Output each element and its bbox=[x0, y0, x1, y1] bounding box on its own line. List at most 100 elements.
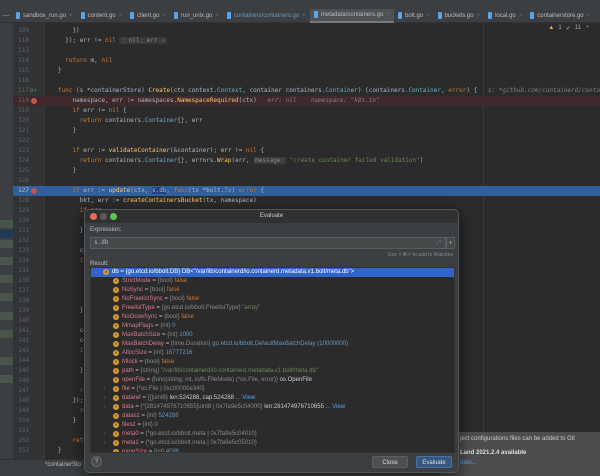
field-icon: f bbox=[113, 323, 119, 329]
result-row-nofreelistsync[interactable]: fNoFreelistSync = {bool} false bbox=[91, 295, 454, 304]
code-token: Container bbox=[145, 157, 178, 164]
field-name: pageSize bbox=[122, 449, 147, 453]
help-button[interactable]: ? bbox=[91, 456, 102, 467]
close-tab-icon[interactable]: × bbox=[69, 13, 73, 19]
tab-content-go[interactable]: content.go× bbox=[77, 9, 127, 23]
close-tab-icon[interactable]: × bbox=[215, 13, 219, 19]
code-token: s.db bbox=[152, 187, 166, 194]
notification-text: ject configurations files can be added t… bbox=[460, 436, 575, 442]
close-tab-icon[interactable]: × bbox=[302, 13, 306, 19]
result-row-nogrowsync[interactable]: fNoGrowSync = {bool} false bbox=[91, 313, 454, 322]
result-row-db[interactable]: ⌄fdb = {go.etcd.io/bbolt.DB} DB<"/var/li… bbox=[91, 268, 454, 277]
close-tab-icon[interactable]: × bbox=[162, 13, 166, 19]
code-token: { bbox=[257, 147, 264, 154]
close-tab-icon[interactable]: × bbox=[119, 13, 123, 19]
chevron-right-icon[interactable]: › bbox=[104, 385, 106, 394]
field-name: NoGrowSync bbox=[122, 314, 157, 320]
collapse-icon[interactable]: — bbox=[0, 13, 12, 19]
close-tab-icon[interactable]: × bbox=[587, 13, 591, 19]
code-token: containers. bbox=[101, 117, 144, 124]
field-icon: f bbox=[103, 269, 109, 275]
tab-metadata-containers-go[interactable]: metadata/containers.go× bbox=[310, 9, 394, 23]
line-number: 130 bbox=[15, 216, 29, 226]
history-dropdown[interactable]: ▾ bbox=[446, 237, 455, 249]
result-row-freelisttype[interactable]: fFreelistType = {go.etcd.io/bbolt.Freeli… bbox=[91, 304, 454, 313]
code-line: 128 bkt, err := createContainersBucket(t… bbox=[13, 196, 600, 206]
chevron-right-icon[interactable]: › bbox=[104, 403, 106, 412]
result-row-maxbatchdelay[interactable]: fMaxBatchDelay = {time.Duration} go.etcd… bbox=[91, 340, 454, 349]
tab-sandbox-run-go[interactable]: sandbox_run.go× bbox=[12, 9, 77, 23]
code-token: nil bbox=[101, 57, 112, 64]
close-tab-icon[interactable]: × bbox=[386, 12, 390, 18]
view-link[interactable]: ... View bbox=[326, 404, 346, 410]
result-row-openfile[interactable]: fopenFile = {func(string, int, io/fs.Fil… bbox=[91, 376, 454, 385]
zoom-window-icon[interactable] bbox=[110, 213, 117, 220]
code-token: ) bbox=[231, 187, 238, 194]
line-number: 153 bbox=[15, 446, 29, 456]
update-link[interactable]: date... bbox=[460, 460, 477, 466]
result-row-mmapflags[interactable]: fMmapFlags = {int} 0 bbox=[91, 322, 454, 331]
result-row-maxbatchsize[interactable]: fMaxBatchSize = {int} 1000 bbox=[91, 331, 454, 340]
tab-local-go[interactable]: local.go× bbox=[484, 9, 526, 23]
code-token: if bbox=[72, 107, 79, 114]
result-row-pagesize[interactable]: fpageSize = {int} 4096 bbox=[91, 448, 454, 453]
tab-run-unix-go[interactable]: run_unix.go× bbox=[170, 9, 223, 23]
breakpoint-icon[interactable] bbox=[31, 188, 37, 194]
field-icon: f bbox=[113, 332, 119, 338]
row-content: NoGrowSync = {bool} false bbox=[122, 313, 194, 322]
result-row-path[interactable]: fpath = {string} "/var/lib/containerd/io… bbox=[91, 367, 454, 376]
tab-label: run_unix.go bbox=[181, 13, 212, 19]
code-line: 109 }) bbox=[13, 26, 600, 36]
result-row-meta0[interactable]: ›fmeta0 = {*go.etcd.io/bbolt.meta | 0x7f… bbox=[91, 430, 454, 439]
code-text: }); err != nil : nil, err ↗ bbox=[58, 36, 167, 46]
field-type: {bool} bbox=[164, 314, 179, 320]
close-tab-icon[interactable]: × bbox=[519, 13, 523, 19]
close-window-icon[interactable] bbox=[90, 213, 97, 220]
row-content: MmapFlags = {int} 0 bbox=[122, 322, 176, 331]
result-row-dataref[interactable]: ›fdataref = {[]uint8} len:524288, cap:52… bbox=[91, 394, 454, 403]
dialog-titlebar[interactable]: Evaluate bbox=[85, 210, 458, 223]
result-row-mlock[interactable]: fMlock = {bool} false bbox=[91, 358, 454, 367]
result-row-strictmode[interactable]: fStrictMode = {bool} false bbox=[91, 277, 454, 286]
line-number: 142 bbox=[15, 336, 29, 346]
implementation-icon[interactable]: o↑ bbox=[30, 86, 37, 96]
code-line: 124 return containers.Container{}, error… bbox=[13, 156, 600, 166]
result-row-file[interactable]: ›ffile = {*os.File | 0xc00000e340} bbox=[91, 385, 454, 394]
result-row-data[interactable]: ›fdata = {*[281474976710655]uint8 | 0x7f… bbox=[91, 403, 454, 412]
result-row-filesz[interactable]: ffilesz = {int} 0 bbox=[91, 421, 454, 430]
field-type: {bool} bbox=[145, 359, 160, 365]
minimize-window-icon[interactable] bbox=[100, 213, 107, 220]
line-number: 139 bbox=[15, 306, 29, 316]
line-number: 147 bbox=[15, 386, 29, 396]
result-row-nosync[interactable]: fNoSync = {bool} false bbox=[91, 286, 454, 295]
close-tab-icon[interactable]: × bbox=[477, 13, 481, 19]
inspection-widget[interactable]: ▲1 ✔11 ⌃ bbox=[548, 25, 590, 32]
code-text: return containers.Container{}, errors.Wr… bbox=[58, 156, 423, 166]
expand-icon[interactable]: ⤢ bbox=[436, 238, 441, 248]
result-row-datasz[interactable]: fdatasz = {int} 524288 bbox=[91, 412, 454, 421]
chevron-up-icon[interactable]: ⌃ bbox=[585, 25, 590, 32]
result-tree[interactable]: ⌄fdb = {go.etcd.io/bbolt.DB} DB<"/var/li… bbox=[90, 267, 455, 453]
chevron-right-icon[interactable]: › bbox=[104, 439, 106, 448]
expression-input[interactable]: s.db⤢ bbox=[90, 237, 446, 249]
chevron-down-icon[interactable]: ⌄ bbox=[94, 268, 98, 277]
field-icon: f bbox=[113, 395, 119, 401]
chevron-right-icon[interactable]: › bbox=[104, 394, 106, 403]
code-token: Wrap bbox=[217, 157, 231, 164]
tab-containerstore-go[interactable]: containerstore.go× bbox=[526, 9, 594, 23]
breakpoint-icon[interactable] bbox=[31, 98, 37, 104]
result-row-allocsize[interactable]: fAllocSize = {int} 16777216 bbox=[91, 349, 454, 358]
line-number: 129 bbox=[15, 206, 29, 216]
close-tab-icon[interactable]: × bbox=[426, 13, 430, 19]
row-content: filesz = {int} 0 bbox=[122, 421, 158, 430]
tab-client-go[interactable]: client.go× bbox=[126, 9, 170, 23]
tab-containers-containers-go[interactable]: containers/containers.go× bbox=[223, 9, 310, 23]
view-link[interactable]: ... View bbox=[236, 395, 256, 401]
tab-bolt-go[interactable]: bolt.go× bbox=[394, 9, 434, 23]
chevron-right-icon[interactable]: › bbox=[104, 430, 106, 439]
result-row-meta1[interactable]: ›fmeta1 = {*go.etcd.io/bbolt.meta | 0x7f… bbox=[91, 439, 454, 448]
code-token: validateContainer bbox=[109, 147, 170, 154]
tab-buckets-go[interactable]: buckets.go× bbox=[434, 9, 485, 23]
evaluate-button[interactable]: Evaluate bbox=[416, 456, 452, 468]
close-button[interactable]: Close bbox=[372, 456, 408, 468]
